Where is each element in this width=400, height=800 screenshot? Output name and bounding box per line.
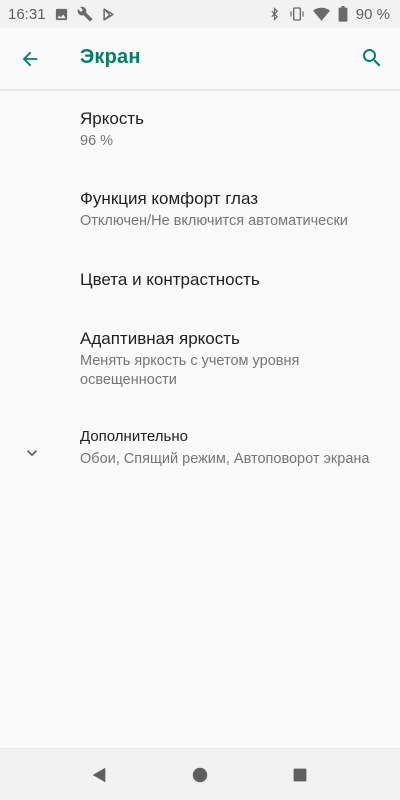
nav-back-triangle-icon (92, 767, 106, 783)
battery-percent: 90 % (355, 5, 390, 23)
back-button[interactable] (14, 43, 46, 75)
setting-brightness[interactable]: Яркость 96 % (0, 90, 400, 170)
nav-home-button[interactable] (186, 761, 214, 789)
arrow-left-icon (22, 51, 38, 67)
setting-adaptive-brightness[interactable]: Адаптивная яркость Менять яркость с учет… (0, 310, 400, 410)
wrench-icon (77, 6, 93, 22)
status-left: 16:31 (8, 6, 116, 23)
status-time: 16:31 (8, 5, 46, 23)
setting-colors-contrast[interactable]: Цвета и контрастность (0, 250, 400, 310)
settings-list: Яркость 96 % Функция комфорт глаз Отключ… (0, 90, 400, 488)
image-icon (54, 7, 69, 22)
wifi-icon (312, 7, 330, 22)
setting-eye-comfort-title: Функция комфорт глаз (80, 189, 259, 208)
bluetooth-icon (268, 6, 281, 22)
search-icon (363, 49, 381, 67)
setting-advanced-title: Дополнительно (80, 428, 188, 445)
vibrate-icon (289, 6, 305, 22)
play-store-icon (101, 7, 116, 22)
status-bar: 16:31 90 % (0, 0, 400, 28)
nav-recents-square-icon (293, 768, 307, 782)
page-title: Экран (80, 46, 141, 68)
navigation-bar (0, 748, 400, 800)
setting-eye-comfort-summary: Отключен/Не включится автоматически (80, 213, 348, 229)
setting-brightness-summary: 96 % (80, 133, 114, 149)
nav-recents-button[interactable] (286, 761, 314, 789)
search-button[interactable] (356, 42, 388, 74)
setting-advanced[interactable]: Дополнительно Обои, Спящий режим, Автопо… (0, 410, 400, 488)
battery-icon (338, 6, 348, 22)
screen: 16:31 90 % Экран Яркость 96 % Функция ко… (0, 0, 400, 800)
app-bar: Экран (0, 28, 400, 90)
setting-advanced-summary: Обои, Спящий режим, Автоповорот экрана (80, 451, 370, 467)
setting-eye-comfort[interactable]: Функция комфорт глаз Отключен/Не включит… (0, 170, 400, 250)
setting-adaptive-brightness-summary: Менять яркость с учетом уровня освещенно… (80, 353, 300, 388)
nav-home-circle-icon (192, 767, 208, 783)
setting-adaptive-brightness-title: Адаптивная яркость (80, 329, 240, 348)
nav-back-button[interactable] (85, 761, 113, 789)
setting-colors-contrast-title: Цвета и контрастность (80, 270, 260, 289)
chevron-down-icon (27, 450, 37, 457)
setting-brightness-title: Яркость (80, 109, 144, 128)
status-right: 90 % (268, 6, 390, 23)
